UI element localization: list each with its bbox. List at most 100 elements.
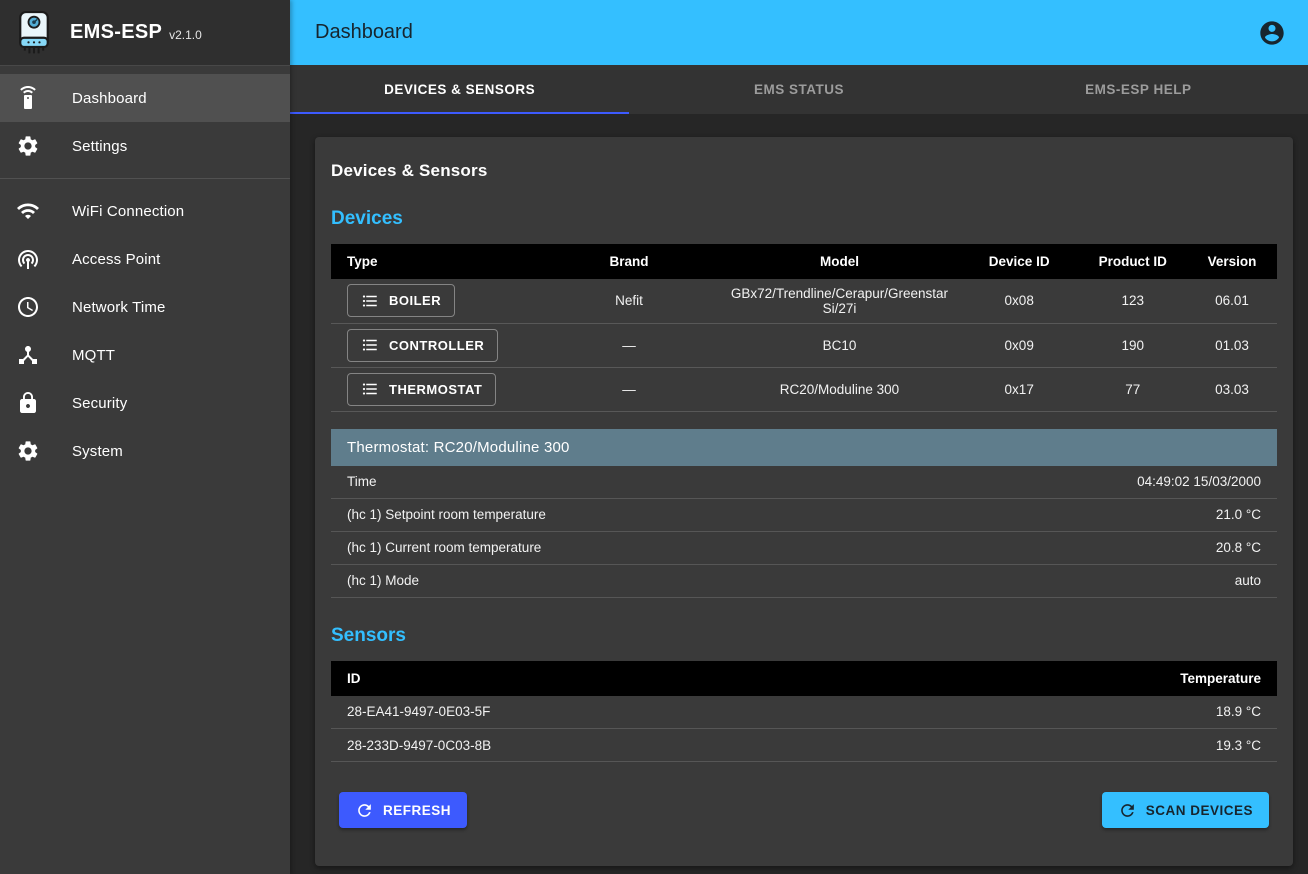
refresh-icon: [355, 801, 374, 820]
thermostat-detail-header: Thermostat: RC20/Moduline 300: [331, 429, 1277, 466]
ems-esp-app: EMS-ESP v2.1.0 Dashboard Settings: [0, 0, 1308, 874]
column-header-version: Version: [1187, 244, 1277, 279]
tab-bar: DEVICES & SENSORS EMS STATUS EMS-ESP HEL…: [290, 65, 1308, 114]
sidebar-item-dashboard[interactable]: Dashboard: [0, 74, 290, 122]
account-icon[interactable]: [1258, 19, 1286, 47]
sidebar-item-label: Network Time: [72, 299, 166, 316]
detail-value: 20.8 °C: [1216, 540, 1261, 555]
device-model: BC10: [719, 323, 960, 367]
detail-label: (hc 1) Setpoint room temperature: [347, 507, 546, 522]
detail-value: 21.0 °C: [1216, 507, 1261, 522]
sidebar-divider: [0, 178, 290, 179]
sidebar-item-settings[interactable]: Settings: [0, 122, 290, 170]
refresh-button[interactable]: REFRESH: [339, 792, 467, 828]
detail-label: (hc 1) Current room temperature: [347, 540, 541, 555]
wifi-tethering-icon: [16, 247, 40, 271]
devices-table: Type Brand Model Device ID Product ID Ve…: [331, 244, 1277, 412]
card-title: Devices & Sensors: [331, 161, 1277, 181]
scan-devices-button-label: SCAN DEVICES: [1146, 803, 1253, 818]
sensor-id: 28-EA41-9497-0E03-5F: [331, 696, 914, 729]
list-item: (hc 1) Mode auto: [331, 565, 1277, 598]
sidebar-item-security[interactable]: Security: [0, 379, 290, 427]
tab-devices-sensors[interactable]: DEVICES & SENSORS: [290, 65, 629, 114]
devices-sensors-card: Devices & Sensors Devices Type Brand Mod…: [315, 137, 1293, 866]
detail-value: auto: [1235, 573, 1261, 588]
device-model: GBx72/Trendline/Cerapur/Greenstar Si/27i: [719, 279, 960, 323]
table-row: THERMOSTAT — RC20/Moduline 300 0x17 77 0…: [331, 367, 1277, 411]
sidebar-item-network-time[interactable]: Network Time: [0, 283, 290, 331]
sidebar-item-wifi-connection[interactable]: WiFi Connection: [0, 187, 290, 235]
sensors-heading: Sensors: [331, 625, 1277, 647]
list-icon: [361, 292, 379, 310]
sidebar-item-label: Settings: [72, 138, 127, 155]
table-row: CONTROLLER — BC10 0x09 190 01.03: [331, 323, 1277, 367]
device-id: 0x09: [960, 323, 1078, 367]
column-header-product-id: Product ID: [1078, 244, 1187, 279]
column-header-temperature: Temperature: [914, 661, 1277, 696]
detail-value: 04:49:02 15/03/2000: [1137, 474, 1261, 489]
device-version: 01.03: [1187, 323, 1277, 367]
tab-label: EMS STATUS: [754, 82, 844, 97]
sidebar-item-label: System: [72, 443, 123, 460]
sidebar-item-system[interactable]: System: [0, 427, 290, 475]
device-model: RC20/Moduline 300: [719, 367, 960, 411]
controller-device-button[interactable]: CONTROLLER: [347, 329, 498, 362]
list-item: (hc 1) Current room temperature 20.8 °C: [331, 532, 1277, 565]
refresh-icon: [1118, 801, 1137, 820]
sidebar-item-label: MQTT: [72, 347, 115, 364]
remote-control-icon: [16, 86, 40, 110]
app-version: v2.1.0: [169, 28, 202, 42]
sidebar: EMS-ESP v2.1.0 Dashboard Settings: [0, 0, 290, 874]
tab-ems-esp-help[interactable]: EMS-ESP HELP: [969, 65, 1308, 114]
column-header-model: Model: [719, 244, 960, 279]
device-id: 0x08: [960, 279, 1078, 323]
card-actions: REFRESH SCAN DEVICES: [331, 792, 1277, 828]
gear-icon: [16, 134, 40, 158]
devices-table-header: Type Brand Model Device ID Product ID Ve…: [331, 244, 1277, 279]
device-brand: Nefit: [539, 279, 719, 323]
sidebar-item-label: Access Point: [72, 251, 161, 268]
device-type-label: BOILER: [389, 293, 441, 308]
table-row: 28-233D-9497-0C03-8B 19.3 °C: [331, 729, 1277, 762]
list-icon: [361, 336, 379, 354]
list-icon: [361, 380, 379, 398]
app-title: EMS-ESP: [70, 21, 162, 44]
column-header-type: Type: [331, 244, 539, 279]
detail-label: Time: [347, 474, 377, 489]
table-row: 28-EA41-9497-0E03-5F 18.9 °C: [331, 696, 1277, 729]
tab-label: DEVICES & SENSORS: [384, 82, 535, 97]
table-row: BOILER Nefit GBx72/Trendline/Cerapur/Gre…: [331, 279, 1277, 323]
device-product-id: 190: [1078, 323, 1187, 367]
devices-heading: Devices: [331, 208, 1277, 230]
device-version: 03.03: [1187, 367, 1277, 411]
sidebar-header: EMS-ESP v2.1.0: [0, 0, 290, 66]
device-product-id: 77: [1078, 367, 1187, 411]
list-item: Time 04:49:02 15/03/2000: [331, 466, 1277, 499]
sensor-id: 28-233D-9497-0C03-8B: [331, 729, 914, 762]
app-bar: Dashboard: [290, 0, 1308, 65]
sidebar-item-mqtt[interactable]: MQTT: [0, 331, 290, 379]
list-item: (hc 1) Setpoint room temperature 21.0 °C: [331, 499, 1277, 532]
page-title: Dashboard: [315, 21, 413, 44]
sidebar-nav: Dashboard Settings WiFi Connection Acc: [0, 66, 290, 475]
column-header-brand: Brand: [539, 244, 719, 279]
sidebar-item-access-point[interactable]: Access Point: [0, 235, 290, 283]
boiler-device-button[interactable]: BOILER: [347, 284, 455, 317]
refresh-button-label: REFRESH: [383, 803, 451, 818]
tab-ems-status[interactable]: EMS STATUS: [629, 65, 968, 114]
boiler-logo-icon: [12, 9, 56, 61]
wifi-icon: [16, 199, 40, 223]
device-type-label: THERMOSTAT: [389, 382, 482, 397]
sensors-table-header: ID Temperature: [331, 661, 1277, 696]
device-type-label: CONTROLLER: [389, 338, 484, 353]
column-header-id: ID: [331, 661, 914, 696]
scan-devices-button[interactable]: SCAN DEVICES: [1102, 792, 1269, 828]
sidebar-item-label: Security: [72, 395, 127, 412]
thermostat-device-button[interactable]: THERMOSTAT: [347, 373, 496, 406]
device-version: 06.01: [1187, 279, 1277, 323]
device-product-id: 123: [1078, 279, 1187, 323]
sidebar-item-label: WiFi Connection: [72, 203, 184, 220]
detail-label: (hc 1) Mode: [347, 573, 419, 588]
sensor-temperature: 18.9 °C: [914, 696, 1277, 729]
sensor-temperature: 19.3 °C: [914, 729, 1277, 762]
